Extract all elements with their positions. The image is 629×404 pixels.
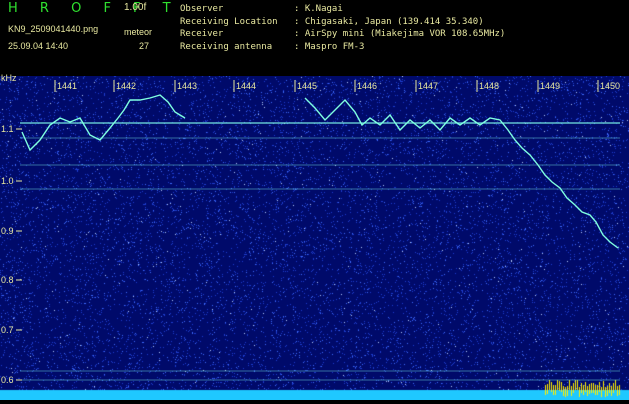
minute-tick-label: 1448 <box>479 81 499 91</box>
y-tick-label: 1.0 <box>1 176 14 186</box>
minute-tick-label: 1447 <box>418 81 438 91</box>
y-axis-unit: kHz <box>1 73 17 83</box>
minute-tick-label: 1441 <box>57 81 77 91</box>
spectrogram-overlay: 1441 1442 1443 1444 1445 1446 1447 1448 1449 1450… <box>1 80 620 385</box>
minute-tick-label: 1445 <box>297 81 317 91</box>
minute-tick-label: 1450 <box>600 81 620 91</box>
doppler-trace-late <box>304 97 619 249</box>
carrier-lines <box>20 122 620 381</box>
minute-tick-label: 1446 <box>357 81 377 91</box>
minute-tick-label: 1443 <box>177 81 197 91</box>
y-tick-label: 0.9 <box>1 226 14 236</box>
y-axis-ticks: 1.1 1.0 0.9 0.8 0.7 0.6 <box>1 124 22 385</box>
minute-tick-label: 1449 <box>540 81 560 91</box>
minute-tick-label: 1442 <box>116 81 136 91</box>
y-tick-label: 0.8 <box>1 275 14 285</box>
minute-ticks: 1441 1442 1443 1444 1445 1446 1447 1448 1449 1450 <box>54 80 620 92</box>
y-tick-label: 1.1 <box>1 124 14 134</box>
y-tick-label: 0.7 <box>1 325 14 335</box>
minute-tick-label: 1444 <box>236 81 256 91</box>
y-tick-label: 0.6 <box>1 375 14 385</box>
